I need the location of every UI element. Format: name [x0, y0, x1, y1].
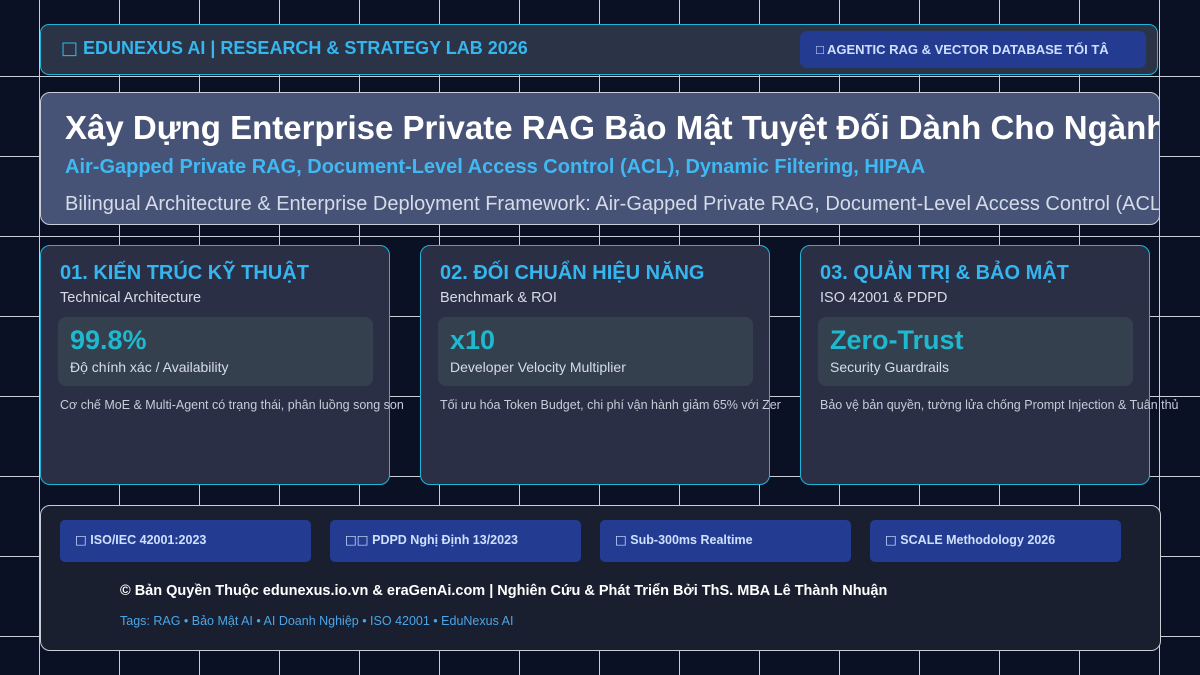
metric-value: x10 — [450, 325, 496, 355]
badge-label: SCALE Methodology 2026 — [900, 533, 1056, 547]
card-benchmark-roi: 02. ĐỐI CHUẨN HIỆU NĂNG Benchmark & ROI … — [420, 245, 781, 485]
card-title: 01. KIẾN TRÚC KỸ THUẬT — [60, 262, 309, 284]
metric-value: 99.8% — [70, 325, 147, 355]
badge-icon: □ — [885, 532, 897, 547]
page-title: Xây Dựng Enterprise Private RAG Bảo Mật … — [65, 109, 1160, 146]
brand-title: □ EDUNEXUS AI | RESEARCH & STRATEGY LAB … — [61, 38, 528, 59]
badge-scale-methodology[interactable]: □ SCALE Methodology 2026 — [870, 520, 1121, 562]
card-title: 03. QUẢN TRỊ & BẢO MẬT — [820, 262, 1069, 284]
header-bar: □ EDUNEXUS AI | RESEARCH & STRATEGY LAB … — [40, 24, 1158, 75]
hero-description: Bilingual Architecture & Enterprise Depl… — [65, 193, 1160, 215]
copyright-text: © Bản Quyền Thuộc edunexus.io.vn & eraGe… — [120, 583, 888, 599]
hero-subtitle: Air-Gapped Private RAG, Document-Level A… — [65, 156, 926, 178]
metric-value: Zero-Trust — [830, 325, 964, 355]
badge-icon: □□ — [345, 532, 369, 547]
brand-text: EDUNEXUS AI | RESEARCH & STRATEGY LAB 20… — [83, 38, 528, 58]
badge-iso-42001[interactable]: □ ISO/IEC 42001:2023 — [60, 520, 311, 562]
metric-label: Developer Velocity Multiplier — [450, 359, 626, 375]
card-technical-architecture: 01. KIẾN TRÚC KỸ THUẬT Technical Archite… — [40, 245, 404, 485]
card-description: Tối ưu hóa Token Budget, chi phí vận hàn… — [440, 398, 781, 412]
tags-line[interactable]: Tags: RAG • Bảo Mật AI • AI Doanh Nghiệp… — [120, 614, 513, 628]
badge-icon: □ — [615, 532, 627, 547]
badge-label: ISO/IEC 42001:2023 — [90, 533, 207, 547]
badge-label: PDPD Nghị Định 13/2023 — [372, 533, 518, 547]
badge-label: Sub-300ms Realtime — [630, 533, 753, 547]
footer-panel: □ ISO/IEC 42001:2023 □□ PDPD Nghị Định 1… — [40, 505, 1161, 651]
card-subtitle: Technical Architecture — [60, 290, 202, 306]
hero-panel: Xây Dựng Enterprise Private RAG Bảo Mật … — [40, 92, 1160, 225]
card-description: Cơ chế MoE & Multi-Agent có trạng thái, … — [60, 398, 404, 412]
metric-label: Độ chính xác / Availability — [70, 359, 229, 375]
badge-pdpd[interactable]: □□ PDPD Nghị Định 13/2023 — [330, 520, 581, 562]
metric-box: x10 Developer Velocity Multiplier — [438, 317, 753, 386]
card-subtitle: ISO 42001 & PDPD — [820, 290, 948, 306]
topic-badge[interactable]: □ AGENTIC RAG & VECTOR DATABASE TỐI TÂ — [800, 31, 1146, 68]
card-subtitle: Benchmark & ROI — [440, 290, 557, 306]
card-title: 02. ĐỐI CHUẨN HIỆU NĂNG — [440, 262, 705, 284]
metric-box: 99.8% Độ chính xác / Availability — [58, 317, 373, 386]
brand-icon: □ — [61, 38, 79, 59]
badge-icon: □ — [75, 532, 87, 547]
card-governance-security: 03. QUẢN TRỊ & BẢO MẬT ISO 42001 & PDPD … — [800, 245, 1179, 485]
metric-label: Security Guardrails — [830, 359, 950, 375]
metric-box: Zero-Trust Security Guardrails — [818, 317, 1133, 386]
badge-realtime[interactable]: □ Sub-300ms Realtime — [600, 520, 851, 562]
card-description: Bảo vệ bản quyền, tường lửa chống Prompt… — [820, 398, 1179, 412]
